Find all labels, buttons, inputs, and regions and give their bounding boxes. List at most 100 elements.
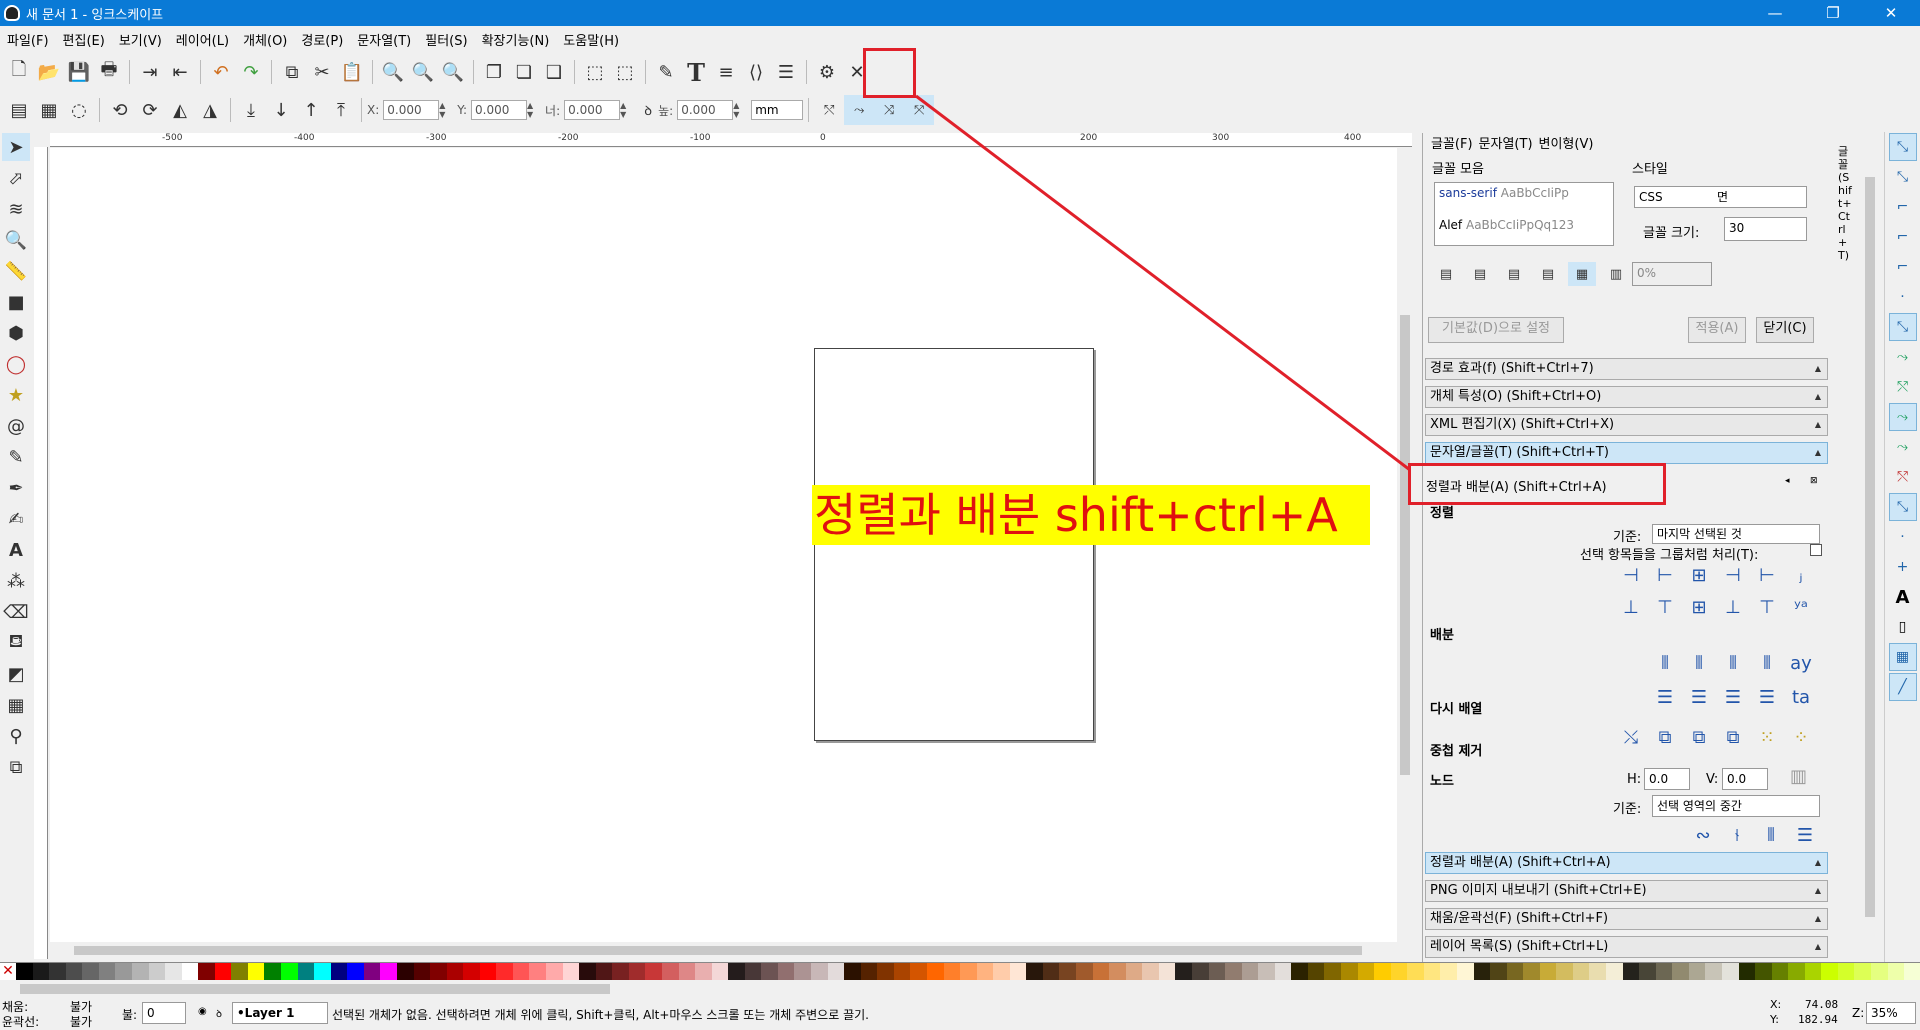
menu-view[interactable]: 보기(V) — [112, 30, 169, 49]
distribute-baseline-h-icon[interactable]: ay — [1787, 651, 1815, 675]
align-nodes-h-icon[interactable]: ∾ — [1689, 823, 1717, 847]
color-swatch[interactable] — [1490, 963, 1507, 980]
color-swatch[interactable] — [1324, 963, 1341, 980]
paste-icon[interactable]: 📋 — [337, 57, 367, 87]
color-swatch[interactable] — [993, 963, 1010, 980]
zoom-selection-icon[interactable]: 🔍 — [378, 57, 408, 87]
collapse-icon[interactable]: ▲ — [1815, 853, 1821, 873]
color-swatch[interactable] — [1887, 963, 1905, 980]
color-swatch[interactable] — [1672, 963, 1689, 980]
color-swatch[interactable] — [1423, 963, 1441, 980]
document-properties-icon[interactable]: ⚙ — [812, 57, 842, 87]
zoom-tool-icon[interactable]: 🔍 — [2, 226, 30, 254]
width-spin-icon[interactable]: ▲ ▼ — [620, 101, 630, 119]
color-swatch[interactable] — [463, 963, 480, 980]
color-swatch[interactable] — [595, 963, 613, 980]
color-swatch[interactable] — [1755, 963, 1772, 980]
tweak-tool-icon[interactable]: ≋ — [2, 195, 30, 223]
color-swatch[interactable] — [1771, 963, 1789, 980]
distribute-baseline-v-icon[interactable]: ta — [1787, 685, 1815, 709]
paint-bucket-tool-icon[interactable]: ⛾ — [2, 629, 30, 657]
menu-path[interactable]: 경로(P) — [294, 30, 350, 49]
color-swatch[interactable] — [1274, 963, 1292, 980]
color-swatch[interactable] — [1208, 963, 1226, 980]
collapse-icon[interactable]: ▲ — [1815, 387, 1821, 407]
distribute-right-icon[interactable]: ⫴ — [1719, 651, 1747, 675]
node-tool-icon[interactable]: ⬀ — [2, 164, 30, 192]
panel-text-font[interactable]: 문자열/글꼴(T) (Shift+Ctrl+T) ▲ — [1425, 442, 1828, 464]
zoom-input[interactable]: 35% — [1866, 1002, 1916, 1024]
snap-bbox-edges-icon[interactable]: ⌐ — [1889, 193, 1917, 221]
align-distribute-icon[interactable]: ☰ — [771, 57, 801, 87]
color-swatch[interactable] — [363, 963, 381, 980]
collapse-icon[interactable]: ▲ — [1815, 937, 1821, 957]
ellipse-tool-icon[interactable]: ◯ — [2, 350, 30, 378]
snap-nodes-icon[interactable]: ⤡ — [1888, 313, 1917, 341]
color-swatch[interactable] — [496, 963, 513, 980]
apply-button[interactable]: 적용(A) — [1688, 317, 1746, 343]
color-swatch[interactable] — [1390, 963, 1408, 980]
snap-object-center-icon[interactable]: ⋅ — [1889, 523, 1917, 551]
lower-bottom-icon[interactable]: ⤓ — [236, 95, 266, 125]
deselect-icon[interactable]: ◌ — [64, 95, 94, 125]
save-icon[interactable]: 💾 — [64, 57, 94, 87]
align-right-edges-icon[interactable]: ⊣ — [1719, 563, 1747, 587]
color-swatch[interactable] — [761, 963, 778, 980]
color-swatch[interactable] — [148, 963, 166, 980]
color-swatch[interactable] — [1341, 963, 1358, 980]
color-swatch[interactable] — [1738, 963, 1756, 980]
maximize-button[interactable]: ❐ — [1804, 0, 1862, 26]
dock-side-tab[interactable]: 글꼴 (Shift+Ctrl+T) — [1838, 145, 1852, 262]
panel-object-properties[interactable]: 개체 특성(O) (Shift+Ctrl+O) ▲ — [1425, 386, 1828, 408]
fill-stroke-icon[interactable]: ✎ — [651, 57, 681, 87]
color-swatch[interactable] — [512, 963, 530, 980]
lock-icon[interactable]: ꝺ — [638, 95, 658, 125]
align-baselines-icon[interactable]: ʸᵃ — [1787, 595, 1815, 619]
color-swatch[interactable] — [82, 963, 99, 980]
center-vertical-axis-icon[interactable]: ⊞ — [1685, 563, 1713, 587]
color-swatch[interactable] — [1688, 963, 1706, 980]
distribute-gaps-h-icon[interactable]: ⫴ — [1753, 651, 1781, 675]
color-swatch[interactable] — [1241, 963, 1259, 980]
connector-tool-icon[interactable]: ⧉ — [2, 753, 30, 781]
color-swatch[interactable] — [811, 963, 828, 980]
copy-icon[interactable]: ⧉ — [277, 57, 307, 87]
opacity-input[interactable]: 0 — [142, 1002, 186, 1024]
color-swatch[interactable] — [777, 963, 795, 980]
panel-export-png[interactable]: PNG 이미지 내보내기 (Shift+Ctrl+E) ▲ — [1425, 880, 1828, 902]
color-swatch[interactable] — [1407, 963, 1424, 980]
height-spin-icon[interactable]: ▲ ▼ — [733, 101, 743, 119]
scrollbar-thumb[interactable] — [1400, 315, 1410, 775]
menu-text[interactable]: 문자열(T) — [350, 30, 418, 49]
snap-toggle-icon[interactable]: ⤡ — [1888, 133, 1917, 161]
color-swatch[interactable] — [1009, 963, 1027, 980]
transform-patterns-icon[interactable]: ⤧ — [904, 95, 935, 125]
color-swatch[interactable] — [645, 963, 662, 980]
menu-extensions[interactable]: 확장기능(N) — [475, 30, 557, 49]
font-list[interactable]: sans-serif AaBbCcIiPp Alef AaBbCcIiPpQq1… — [1434, 182, 1614, 246]
color-swatch[interactable] — [1258, 963, 1275, 980]
color-swatch[interactable] — [960, 963, 977, 980]
color-swatch[interactable] — [678, 963, 696, 980]
color-swatch[interactable] — [728, 963, 745, 980]
align-left-edges-icon[interactable]: ⊢ — [1651, 563, 1679, 587]
align-right-edge-icon[interactable]: ⊣ — [1617, 563, 1645, 587]
align-left-edge-icon[interactable]: ⊢ — [1753, 563, 1781, 587]
zoom-drawing-icon[interactable]: 🔍 — [408, 57, 438, 87]
color-swatch[interactable] — [1076, 963, 1093, 980]
zoom-page-icon[interactable]: 🔍 — [438, 57, 468, 87]
rotate-cw-icon[interactable]: ⟳ — [135, 95, 165, 125]
color-swatch[interactable] — [281, 963, 298, 980]
color-swatch[interactable] — [347, 963, 364, 980]
scale-corners-icon[interactable]: ⤳ — [844, 95, 875, 125]
color-swatch[interactable] — [65, 963, 83, 980]
color-swatch[interactable] — [1589, 963, 1606, 980]
color-swatch[interactable] — [165, 963, 182, 980]
collapse-icon[interactable]: ▲ — [1815, 443, 1821, 463]
tab-text[interactable]: 문자열(T) — [1479, 133, 1533, 152]
text-font-icon[interactable]: T — [681, 57, 711, 87]
color-swatch[interactable] — [877, 963, 894, 980]
graph-layout-icon[interactable]: ⤯ — [1617, 725, 1645, 749]
distribute-center-h-icon[interactable]: ⫴ — [1685, 651, 1713, 675]
color-swatch[interactable] — [579, 963, 596, 980]
